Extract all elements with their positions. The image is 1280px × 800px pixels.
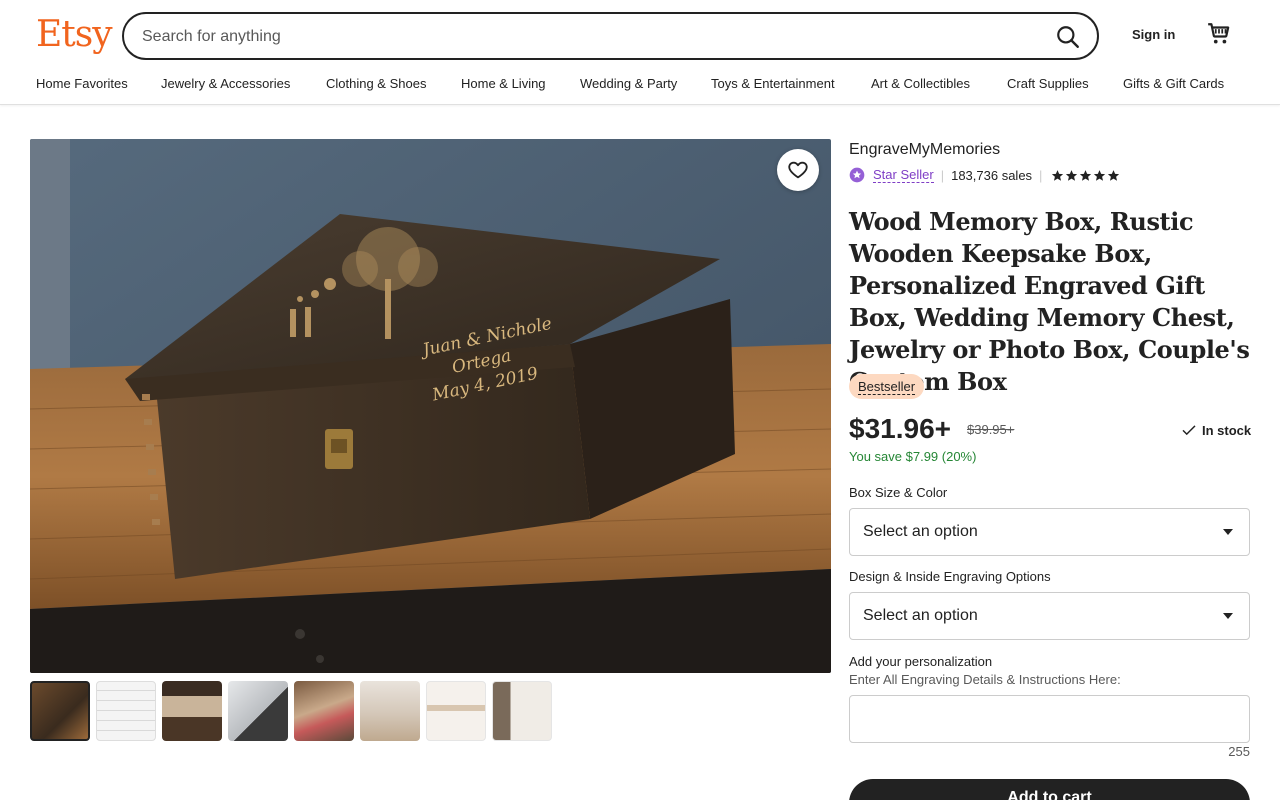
category-toys-entertainment[interactable]: Toys & Entertainment — [711, 76, 835, 91]
thumbnail-1[interactable] — [30, 681, 90, 741]
star-seller-link[interactable]: Star Seller — [873, 167, 934, 183]
category-craft-supplies[interactable]: Craft Supplies — [1007, 76, 1089, 91]
design-options-select[interactable]: Select an option — [849, 592, 1250, 640]
thumbnail-3[interactable] — [162, 681, 222, 741]
category-home-favorites[interactable]: Home Favorites — [36, 76, 128, 91]
search-icon[interactable] — [1055, 24, 1081, 50]
shop-name-link[interactable]: EngraveMyMemories — [849, 141, 1000, 159]
bestseller-label: Bestseller — [858, 379, 916, 395]
box-size-label: Box Size & Color — [849, 485, 948, 500]
listing-title: Wood Memory Box, Rustic Wooden Keepsake … — [849, 207, 1250, 396]
product-main-image[interactable]: Juan & Nichole Ortega May 4, 2019 — [30, 139, 831, 673]
search-input[interactable] — [142, 24, 1022, 50]
thumbnail-8[interactable] — [492, 681, 552, 741]
thumbnail-2[interactable] — [96, 681, 156, 741]
thumbnail-4[interactable] — [228, 681, 288, 741]
star-icon — [1108, 169, 1120, 181]
thumbnail-strip — [30, 681, 560, 741]
thumbnail-6[interactable] — [360, 681, 420, 741]
category-art-collectibles[interactable]: Art & Collectibles — [871, 76, 970, 91]
divider: | — [940, 167, 945, 183]
stock-status: In stock — [1180, 421, 1251, 439]
caret-down-icon — [1223, 529, 1233, 535]
personalization-label: Add your personalization — [849, 654, 993, 669]
star-icon — [1094, 169, 1106, 181]
star-icon — [1066, 169, 1078, 181]
star-icon — [1052, 169, 1064, 181]
checkmark-icon — [1182, 425, 1196, 436]
thumbnail-7[interactable] — [426, 681, 486, 741]
savings-text: You save $7.99 (20%) — [849, 449, 977, 464]
sign-in-link[interactable]: Sign in — [1132, 27, 1175, 42]
category-clothing-shoes[interactable]: Clothing & Shoes — [326, 76, 426, 91]
divider: | — [1039, 167, 1043, 183]
category-jewelry-accessories[interactable]: Jewelry & Accessories — [161, 76, 290, 91]
original-price: $39.95+ — [967, 422, 1015, 437]
personalization-textarea[interactable] — [849, 695, 1250, 743]
personalization-hint: Enter All Engraving Details & Instructio… — [849, 672, 1121, 687]
current-price: $31.96+ — [849, 413, 951, 444]
category-nav: Home Favorites Jewelry & Accessories Clo… — [36, 76, 1256, 96]
category-home-living[interactable]: Home & Living — [461, 76, 546, 91]
thumbnail-5[interactable] — [294, 681, 354, 741]
category-wedding-party[interactable]: Wedding & Party — [580, 76, 677, 91]
rating-stars[interactable] — [1051, 169, 1120, 182]
favorite-button[interactable] — [777, 149, 819, 191]
seller-info-row: Star Seller | 183,736 sales | — [849, 166, 1120, 184]
caret-down-icon — [1223, 613, 1233, 619]
character-counter: 255 — [1228, 744, 1250, 759]
category-gifts-gift-cards[interactable]: Gifts & Gift Cards — [1123, 76, 1224, 91]
etsy-logo[interactable]: Etsy — [36, 14, 113, 55]
box-size-value: Select an option — [863, 523, 978, 540]
site-header: Etsy Sign in Home Favorites Jewelry & Ac… — [0, 0, 1280, 105]
stock-label: In stock — [1202, 422, 1252, 438]
star-seller-badge-icon — [849, 167, 865, 183]
add-to-cart-button[interactable]: Add to cart — [849, 779, 1250, 800]
box-size-select[interactable]: Select an option — [849, 508, 1250, 556]
sales-count: 183,736 sales — [951, 167, 1033, 183]
design-options-label: Design & Inside Engraving Options — [849, 569, 1051, 584]
star-icon — [1080, 169, 1092, 181]
cart-icon[interactable] — [1206, 21, 1232, 47]
search-bar — [122, 12, 1099, 60]
bestseller-badge[interactable]: Bestseller — [849, 374, 925, 399]
design-options-value: Select an option — [863, 607, 978, 624]
heart-icon — [788, 161, 808, 179]
